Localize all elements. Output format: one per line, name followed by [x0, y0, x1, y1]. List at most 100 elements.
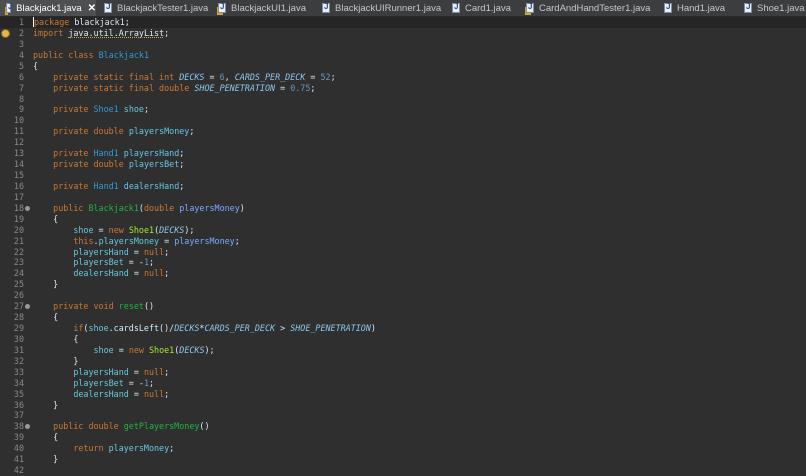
code-line: 32 } [0, 356, 806, 367]
fold-toggle-icon[interactable] [25, 304, 30, 310]
code-token: dealersHand [123, 180, 180, 191]
code-line: 4 public class Blackjack1 [0, 50, 806, 61]
code-token: public [33, 202, 84, 213]
tab-blackjackuirunner1[interactable]: BlackjackUIRunner1.java [316, 0, 444, 16]
code-line: 10 [0, 115, 806, 126]
tab-hand1[interactable]: Hand1.java [658, 0, 736, 16]
code-token: shoe [33, 224, 94, 235]
code-line: 22 playersHand = null; [0, 247, 806, 258]
code-token: ; [234, 235, 240, 246]
tab-blackjackui1[interactable]: BlackjackUI1.java [212, 0, 314, 16]
line-number: 12 [13, 137, 24, 148]
code-token: ; [148, 377, 155, 388]
code-token: playersBet [33, 257, 124, 268]
java-file-icon [744, 2, 752, 13]
code-token: import [33, 27, 64, 38]
line-number: 9 [18, 104, 24, 115]
tab-blackjack1[interactable]: Blackjack1.java ✕ [0, 0, 96, 16]
line-number: 28 [13, 312, 24, 323]
code-token: SHOE_PENETRATION [194, 82, 276, 93]
code-text: import java.util.ArrayList; [33, 28, 169, 39]
code-line: 15 [0, 170, 806, 181]
code-line: 40 return playersMoney; [0, 443, 806, 454]
tab-shoe1[interactable]: Shoe1.java [738, 0, 806, 16]
code-token: ; [310, 82, 316, 93]
code-token: double [143, 202, 175, 213]
code-text: } [33, 356, 78, 367]
code-token: playersHand [33, 246, 129, 257]
code-token: } [33, 454, 59, 465]
code-line: 39 { [0, 432, 806, 443]
code-token: ; [189, 126, 195, 137]
code-text: package blackjack1; [33, 17, 130, 28]
line-number: 5 [18, 60, 24, 71]
code-token: this [33, 235, 94, 246]
code-editor[interactable]: 1 package blackjack1; 2 import java.util.Ar… [0, 17, 806, 475]
code-line: 7 private static final double SHOE_PENET… [0, 83, 806, 94]
code-token: ; [164, 388, 170, 399]
code-token: ; [164, 366, 170, 377]
code-line: 21 this.playersMoney = playersMoney; [0, 236, 806, 247]
line-number: 25 [13, 279, 24, 290]
code-token: private [33, 104, 89, 115]
fold-toggle-icon[interactable] [25, 424, 30, 430]
code-line: 27 private void reset() [0, 301, 806, 312]
code-text: private Shoe1 shoe; [33, 104, 149, 115]
code-text: playersBet = -1; [33, 378, 154, 389]
code-token: shoe [88, 323, 109, 334]
code-token: Shoe1 [93, 104, 119, 115]
code-token: } [33, 355, 79, 366]
fold-toggle-icon[interactable] [25, 205, 30, 211]
java-file-icon [452, 2, 460, 13]
code-token: private void [33, 301, 114, 312]
code-token: Shoe1 [149, 344, 175, 355]
code-line: 25 } [0, 279, 806, 290]
line-number: 33 [13, 366, 24, 377]
code-token: playersMoney [108, 443, 170, 454]
code-text: return playersMoney; [33, 443, 174, 454]
code-token: ); [204, 344, 215, 355]
code-token: new [108, 224, 124, 235]
code-text: public class Blackjack1 [33, 50, 149, 61]
code-token: ); [184, 224, 195, 235]
code-token: Blackjack1 [98, 49, 149, 60]
line-number: 37 [13, 410, 24, 421]
code-text: { [33, 214, 58, 225]
code-token: if [33, 323, 84, 334]
code-token: getPlayersMoney [123, 421, 200, 432]
code-line: 28 { [0, 312, 806, 323]
close-tab-icon[interactable]: ✕ [88, 3, 96, 14]
line-number: 13 [13, 148, 24, 159]
code-token: ; [179, 180, 185, 191]
code-text: shoe = new Shoe1(DECKS); [33, 225, 194, 236]
code-token: public double [33, 421, 119, 432]
line-number: 22 [13, 246, 24, 257]
tab-label: Hand1.java [677, 2, 726, 14]
code-token: shoe [33, 344, 114, 355]
code-token: = - [123, 257, 144, 268]
code-text: public Blackjack1(double playersMoney) [33, 203, 245, 214]
code-text: private static final double SHOE_PENETRA… [33, 83, 315, 94]
code-token: reset [118, 301, 144, 312]
code-token: dealersHand [33, 388, 129, 399]
code-token: private double [33, 126, 124, 137]
code-text: private double playersBet; [33, 159, 184, 170]
code-token: public class [33, 49, 94, 60]
code-line: 8 [0, 94, 806, 105]
tab-cardandhandtester1[interactable]: CardAndHandTester1.java [520, 0, 656, 16]
code-token: playersMoney [98, 235, 160, 246]
tab-blackjacktester1[interactable]: BlackjackTester1.java [98, 0, 210, 16]
line-number: 15 [13, 170, 24, 181]
code-line: 12 [0, 137, 806, 148]
tab-card1[interactable]: Card1.java [446, 0, 518, 16]
code-token: playersMoney [174, 235, 235, 246]
code-text: { [33, 312, 58, 323]
line-number: 30 [13, 333, 24, 344]
code-token: playersMoney [179, 202, 240, 213]
code-token: = [128, 268, 144, 279]
warning-icon[interactable] [1, 28, 10, 38]
code-token: private static final double [33, 82, 190, 93]
code-token: 52 [320, 71, 331, 82]
code-token: playersBet [128, 159, 180, 170]
code-text: if(shoe.cardsLeft()/DECKS*CARDS_PER_DECK… [33, 323, 376, 334]
